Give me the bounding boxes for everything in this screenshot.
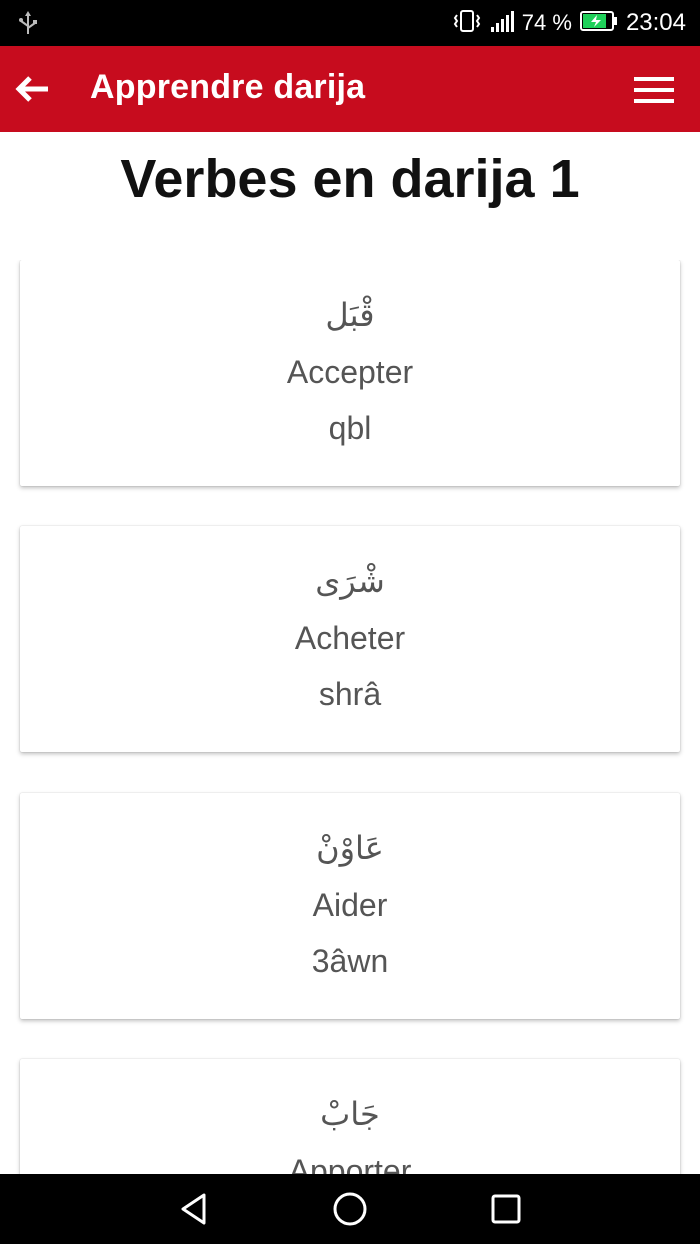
verb-transliteration: shrâ — [318, 676, 382, 712]
clock: 23:04 — [625, 9, 686, 36]
vibrate-icon — [452, 8, 482, 39]
nav-home-button[interactable] — [320, 1184, 380, 1234]
verb-card[interactable]: عَاوْنْ Aider 3âwn — [20, 793, 680, 1019]
app-title: Apprendre darija — [90, 68, 366, 106]
usb-icon — [16, 10, 40, 36]
hamburger-menu-icon — [634, 77, 674, 103]
verb-french: Aider — [312, 887, 388, 923]
verb-transliteration: qbl — [328, 410, 372, 446]
verb-card[interactable]: جَابْ Apporter — [20, 1059, 680, 1174]
battery-percent: 74 % — [521, 10, 572, 35]
verb-arabic: جَابْ — [320, 1095, 380, 1133]
back-triangle-icon — [181, 1193, 206, 1225]
verb-card[interactable]: قْبَل Accepter qbl — [20, 260, 680, 486]
menu-button[interactable] — [630, 68, 678, 112]
nav-recents-button[interactable] — [476, 1184, 536, 1234]
back-button[interactable] — [10, 66, 54, 112]
home-circle-icon — [333, 1192, 367, 1226]
recents-square-icon — [491, 1194, 521, 1224]
app-bar: Apprendre darija — [0, 46, 700, 132]
verb-arabic: شْرَى — [315, 562, 385, 600]
page-title: Verbes en darija 1 — [120, 149, 580, 209]
signal-icon — [490, 9, 514, 38]
status-bar: 74 % 23:04 — [0, 0, 700, 46]
verb-arabic: قْبَل — [325, 296, 375, 334]
navigation-bar — [0, 1174, 700, 1244]
verb-list[interactable]: قْبَل Accepter qbl شْرَى Acheter shrâ عَ… — [0, 260, 700, 1174]
verb-transliteration: 3âwn — [311, 943, 389, 979]
verb-card[interactable]: شْرَى Acheter shrâ — [20, 526, 680, 752]
verb-french: Acheter — [294, 620, 406, 656]
verb-arabic: عَاوْنْ — [316, 829, 384, 867]
arrow-left-icon — [15, 76, 48, 102]
verb-french: Accepter — [286, 354, 414, 390]
nav-back-button[interactable] — [164, 1184, 224, 1234]
battery-charging-icon — [579, 10, 618, 37]
verb-french: Apporter — [288, 1153, 412, 1174]
